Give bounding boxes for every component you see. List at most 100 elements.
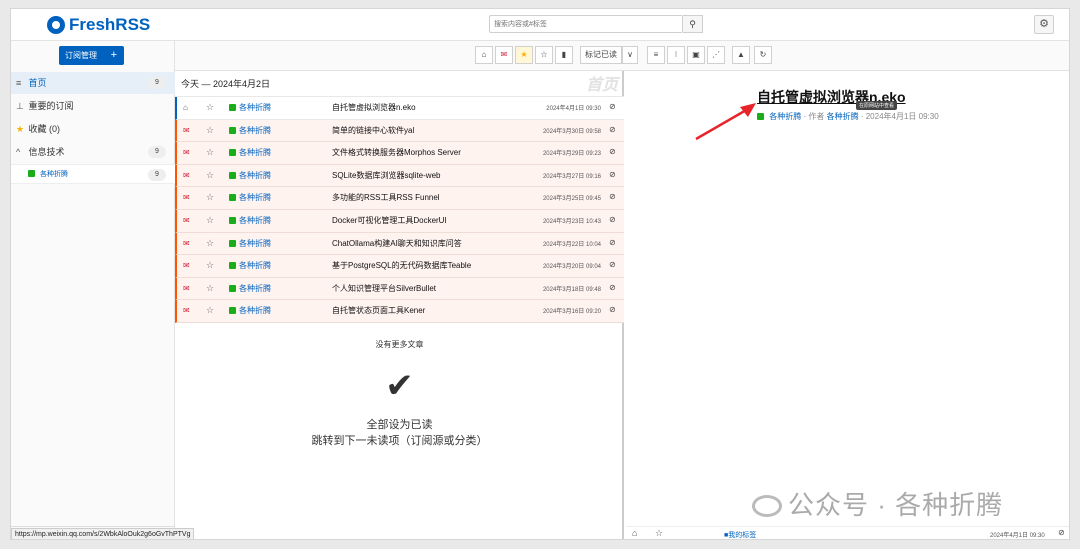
article-title[interactable]: 自托管状态页面工具Kener — [332, 305, 425, 316]
red-arrow-annotation — [695, 103, 756, 141]
envelope-icon[interactable]: ✉ — [183, 193, 190, 202]
article-row[interactable]: ✉ ☆ 各种折腾 基于PostgreSQL的无代码数据库Teable 2024年3月20… — [175, 255, 624, 278]
mark-read-icon[interactable]: ⌂ — [632, 528, 637, 538]
sidebar-item-home[interactable]: ≡ 首页 9 — [11, 72, 175, 94]
view-normal-button[interactable]: ≡ — [647, 46, 665, 64]
search-icon: ⚲ — [689, 19, 696, 29]
subscription-management-button[interactable]: 订阅管理 + — [59, 46, 124, 65]
external-link-icon[interactable]: ⊘ — [609, 238, 616, 247]
filter-favorites-button[interactable]: ★ — [515, 46, 533, 64]
sidebar-item-important[interactable]: ⊥ 重要的订阅 — [11, 95, 175, 117]
article-title[interactable]: 多功能的RSS工具RSS Funnel — [332, 192, 440, 203]
article-feed[interactable]: 各种折腾 — [229, 260, 271, 271]
wechat-feed-icon — [229, 149, 236, 157]
article-feed[interactable]: 各种折腾 — [229, 125, 271, 136]
search-input[interactable] — [494, 18, 682, 31]
envelope-icon[interactable]: ✉ — [183, 126, 190, 135]
star-outline-icon[interactable]: ☆ — [206, 147, 214, 158]
rss-feed-button[interactable]: ⋰ — [707, 46, 725, 64]
article-row[interactable]: ✉ ☆ 各种折腾 自托管状态页面工具Kener 2024年3月16日 09:20 ⊘ — [175, 300, 624, 323]
star-outline-icon[interactable]: ☆ — [206, 215, 214, 226]
star-outline-icon[interactable]: ☆ — [206, 125, 214, 136]
article-feed[interactable]: 各种折腾 — [229, 192, 271, 203]
settings-button[interactable]: ⚙ — [1034, 15, 1054, 34]
article-feed[interactable]: 各种折腾 — [229, 170, 271, 181]
external-link-icon[interactable]: ⊘ — [609, 125, 616, 134]
star-outline-icon[interactable]: ☆ — [655, 528, 663, 539]
article-row[interactable]: ✉ ☆ 各种折腾 ChatOllama构建AI聊天和知识库问答 2024年3月22日 1… — [175, 232, 624, 256]
article-feed[interactable]: 各种折腾 — [229, 238, 271, 249]
view-reader-button[interactable]: ⁝ — [667, 46, 685, 64]
app-logo[interactable]: FreshRSS — [47, 15, 150, 35]
article-feed[interactable]: 各种折腾 — [229, 283, 271, 294]
external-link-icon[interactable]: ⊘ — [609, 102, 616, 111]
envelope-icon[interactable]: ✉ — [183, 261, 190, 270]
article-feed-label: 各种折腾 — [239, 193, 271, 203]
view-global-button[interactable]: ▣ — [687, 46, 705, 64]
star-outline-icon[interactable]: ☆ — [206, 238, 214, 249]
envelope-icon[interactable]: ✉ — [183, 171, 190, 180]
bookmark-button[interactable]: ▮ — [555, 46, 573, 64]
article-feed[interactable]: 各种折腾 — [229, 305, 271, 316]
external-link-icon[interactable]: ⊘ — [1058, 528, 1065, 537]
article-title[interactable]: SQLite数据库浏览器sqlite-web — [332, 170, 440, 181]
envelope-icon[interactable]: ✉ — [183, 148, 190, 157]
search-button[interactable]: ⚲ — [683, 15, 703, 33]
star-outline-icon[interactable]: ☆ — [206, 192, 214, 203]
article-title[interactable]: 自托管虚拟浏览器n.eko — [332, 102, 416, 113]
sidebar-category-it[interactable]: ^ 信息技术 9 — [11, 141, 175, 163]
envelope-icon: ✉ — [500, 50, 508, 59]
article-title[interactable]: 个人知识管理平台SilverBullet — [332, 283, 436, 294]
article-author[interactable]: 各种折腾 — [827, 112, 859, 121]
wechat-feed-icon — [229, 126, 236, 134]
article-title[interactable]: Docker可视化管理工具DockerUI — [332, 215, 447, 226]
envelope-icon[interactable]: ✉ — [183, 216, 190, 225]
envelope-icon[interactable]: ✉ — [183, 306, 190, 315]
external-link-icon[interactable]: ⊘ — [609, 283, 616, 292]
article-row[interactable]: ⌂ ☆ 各种折腾 自托管虚拟浏览器n.eko 2024年4月1日 09:30 ⊘ — [175, 97, 624, 120]
article-row[interactable]: ✉ ☆ 各种折腾 文件格式转换服务器Morphos Server 2024年3月29日 … — [175, 142, 624, 165]
mark-all-read-link[interactable]: 全部设为已读 — [175, 416, 624, 432]
star-outline-icon[interactable]: ☆ — [206, 305, 214, 316]
star-outline-icon[interactable]: ☆ — [206, 102, 214, 113]
envelope-icon[interactable]: ✉ — [183, 239, 190, 248]
article-title[interactable]: 简单的链接中心软件yal — [332, 125, 414, 136]
tags-button[interactable]: ■我的标签 — [724, 530, 756, 539]
star-outline-icon[interactable]: ☆ — [206, 260, 214, 271]
list-view-icon: ≡ — [653, 50, 659, 59]
article-title[interactable]: 文件格式转换服务器Morphos Server — [332, 147, 461, 158]
article-row[interactable]: ✉ ☆ 各种折腾 Docker可视化管理工具DockerUI 2024年3月23日 10… — [175, 210, 624, 233]
external-link-icon[interactable]: ⊘ — [609, 147, 616, 156]
mark-read-button[interactable]: 标记已读 — [580, 46, 622, 64]
article-feed[interactable]: 各种折腾 — [229, 215, 271, 226]
filter-unread-button[interactable]: ✉ — [495, 46, 513, 64]
article-feed[interactable]: 各种折腾 — [229, 147, 271, 158]
article-row[interactable]: ✉ ☆ 各种折腾 个人知识管理平台SilverBullet 2024年3月18日 09:… — [175, 277, 624, 301]
article-feed[interactable]: 各种折腾 — [229, 102, 271, 113]
article-row[interactable]: ✉ ☆ 各种折腾 SQLite数据库浏览器sqlite-web 2024年3月27日 0… — [175, 164, 624, 188]
article-row[interactable]: ✉ ☆ 各种折腾 多功能的RSS工具RSS Funnel 2024年3月25日 09:4… — [175, 187, 624, 210]
sort-button[interactable]: ▲ — [732, 46, 750, 64]
filter-read-button[interactable]: ⌂ — [475, 46, 493, 64]
jump-next-unread-link[interactable]: 跳转到下一未读项（订阅源或分类） — [175, 432, 624, 448]
search-box — [489, 15, 683, 33]
filter-not-favorites-button[interactable]: ☆ — [535, 46, 553, 64]
sidebar-item-favorites[interactable]: ★ 收藏 (0) — [11, 118, 175, 140]
external-link-icon[interactable]: ⊘ — [609, 170, 616, 179]
external-link-icon[interactable]: ⊘ — [609, 305, 616, 314]
sidebar-feed-item[interactable]: 各种折腾 9 — [11, 164, 175, 184]
mark-read-dropdown[interactable]: ∨ — [622, 46, 638, 64]
external-link-icon[interactable]: ⊘ — [609, 260, 616, 269]
star-outline-icon[interactable]: ☆ — [206, 283, 214, 294]
external-link-icon[interactable]: ⊘ — [609, 215, 616, 224]
article-feed-link[interactable]: 各种折腾 — [769, 112, 801, 121]
plus-icon: + — [110, 49, 117, 61]
article-title[interactable]: 基于PostgreSQL的无代码数据库Teable — [332, 260, 471, 271]
star-outline-icon[interactable]: ☆ — [206, 170, 214, 181]
envelope-icon[interactable]: ✉ — [183, 284, 190, 293]
open-envelope-icon[interactable]: ⌂ — [183, 103, 188, 112]
article-row[interactable]: ✉ ☆ 各种折腾 简单的链接中心软件yal 2024年3月30日 09:58 ⊘ — [175, 119, 624, 143]
article-title[interactable]: ChatOllama构建AI聊天和知识库问答 — [332, 238, 462, 249]
external-link-icon[interactable]: ⊘ — [609, 192, 616, 201]
refresh-button[interactable]: ↻ — [754, 46, 772, 64]
